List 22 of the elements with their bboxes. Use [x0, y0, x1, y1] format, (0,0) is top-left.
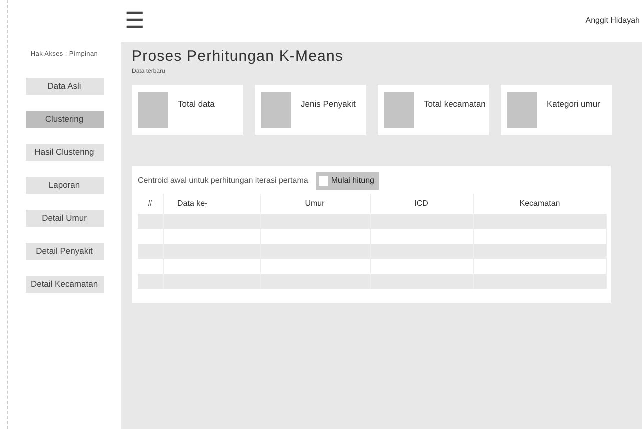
image-placeholder: [138, 92, 168, 128]
stat-label: Total kecamatan: [424, 98, 486, 111]
column-header: Kecamatan: [473, 194, 606, 214]
image-placeholder: [261, 92, 291, 128]
image-placeholder: [384, 92, 414, 128]
menu-icon[interactable]: ☰: [125, 10, 145, 32]
page-title: Proses Perhitungan K-Means: [132, 48, 345, 66]
stat-label: Total data: [178, 98, 215, 111]
user-name: Anggit Hidayah: [586, 15, 640, 27]
sidebar-item[interactable]: Data Asli: [26, 78, 104, 95]
stat-label: Jenis Penyakit: [301, 98, 356, 111]
sidebar-item[interactable]: Detail Umur: [26, 210, 104, 227]
sidebar-item[interactable]: Hasil Clustering: [26, 144, 104, 161]
stat-label: Kategori umur: [547, 98, 600, 111]
sidebar-item[interactable]: Clustering: [26, 110, 104, 128]
table-caption: Centroid awal untuk perhitungan iterasi pertama: [138, 175, 308, 187]
image-placeholder: [507, 92, 537, 128]
sidebar-item[interactable]: Detail Kecamatan: [26, 276, 104, 293]
start-button[interactable]: Mulai hitung: [316, 172, 380, 190]
checkbox-icon: [319, 176, 328, 186]
sidebar-item[interactable]: Laporan: [26, 176, 104, 194]
sidebar-item[interactable]: Detail Penyakit: [26, 242, 104, 260]
